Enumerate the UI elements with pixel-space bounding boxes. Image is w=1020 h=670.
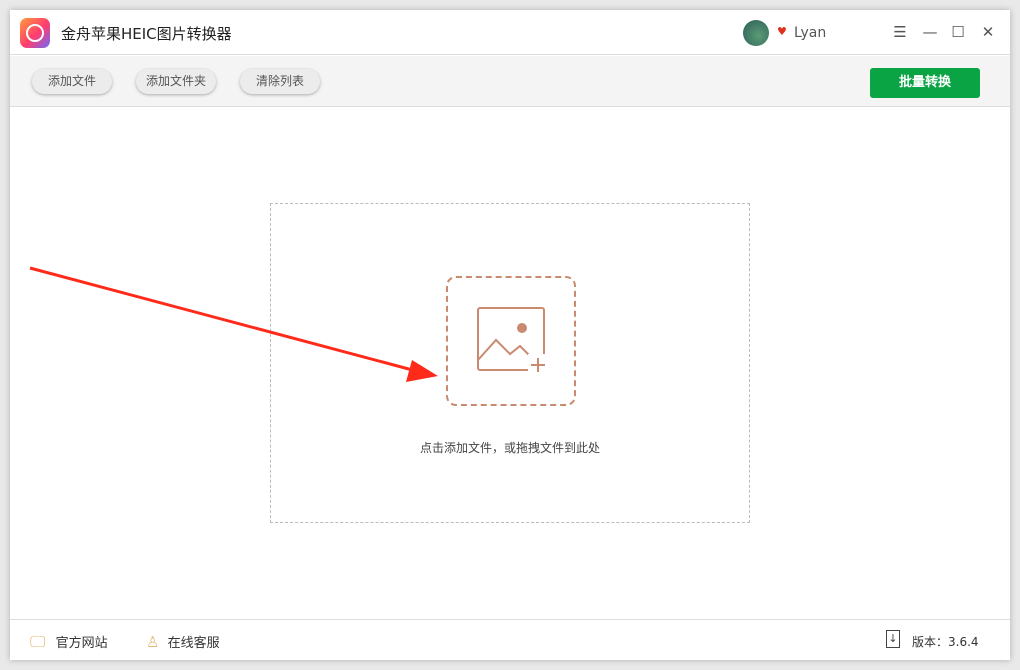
annotation-arrow [29,266,438,382]
